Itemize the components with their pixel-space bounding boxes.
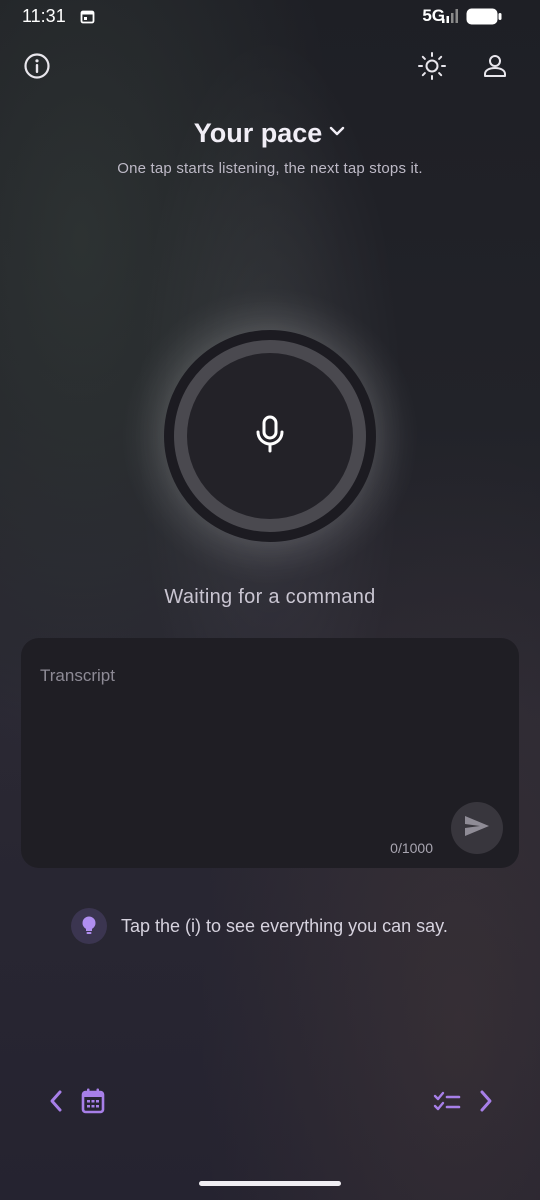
transcript-placeholder: Transcript (40, 666, 115, 685)
mode-subtitle: One tap starts listening, the next tap s… (117, 160, 423, 177)
chevron-left-icon (48, 1089, 64, 1118)
calendar-icon (80, 9, 95, 29)
chevron-right-icon (478, 1089, 494, 1118)
task-list-button[interactable] (432, 1090, 462, 1118)
profile-button[interactable] (475, 48, 515, 88)
send-button[interactable] (451, 802, 503, 854)
status-time: 11:31 (22, 6, 66, 26)
mode-selector[interactable]: Your pace (0, 118, 540, 149)
previous-button[interactable] (42, 1088, 70, 1118)
transcript-field[interactable]: Transcript 0/1000 (21, 638, 519, 868)
next-button[interactable] (472, 1088, 500, 1118)
theme-toggle-button[interactable] (412, 48, 452, 88)
battery-icon (466, 8, 502, 30)
checklist-icon (433, 1091, 461, 1118)
user-icon (481, 52, 509, 85)
signal-icon (442, 8, 460, 29)
hint-row: Tap the (i) to see everything you can sa… (71, 908, 448, 944)
info-icon (23, 52, 51, 85)
sun-icon (417, 51, 447, 86)
mic-button[interactable] (187, 353, 353, 519)
home-indicator[interactable] (199, 1181, 341, 1186)
info-button[interactable] (17, 48, 57, 88)
send-icon (464, 815, 490, 842)
character-counter: 0/1000 (390, 840, 433, 856)
calendar-icon (80, 1087, 106, 1120)
lightbulb-icon (71, 908, 107, 944)
chevron-down-icon (328, 122, 346, 145)
mode-title: Your pace (193, 118, 323, 148)
hint-text: Tap the (i) to see everything you can sa… (121, 915, 448, 936)
status-bar: 11:31 5G (0, 0, 540, 32)
microphone-icon (253, 414, 287, 459)
calendar-button[interactable] (78, 1087, 108, 1119)
listening-status: Waiting for a command (164, 586, 376, 608)
